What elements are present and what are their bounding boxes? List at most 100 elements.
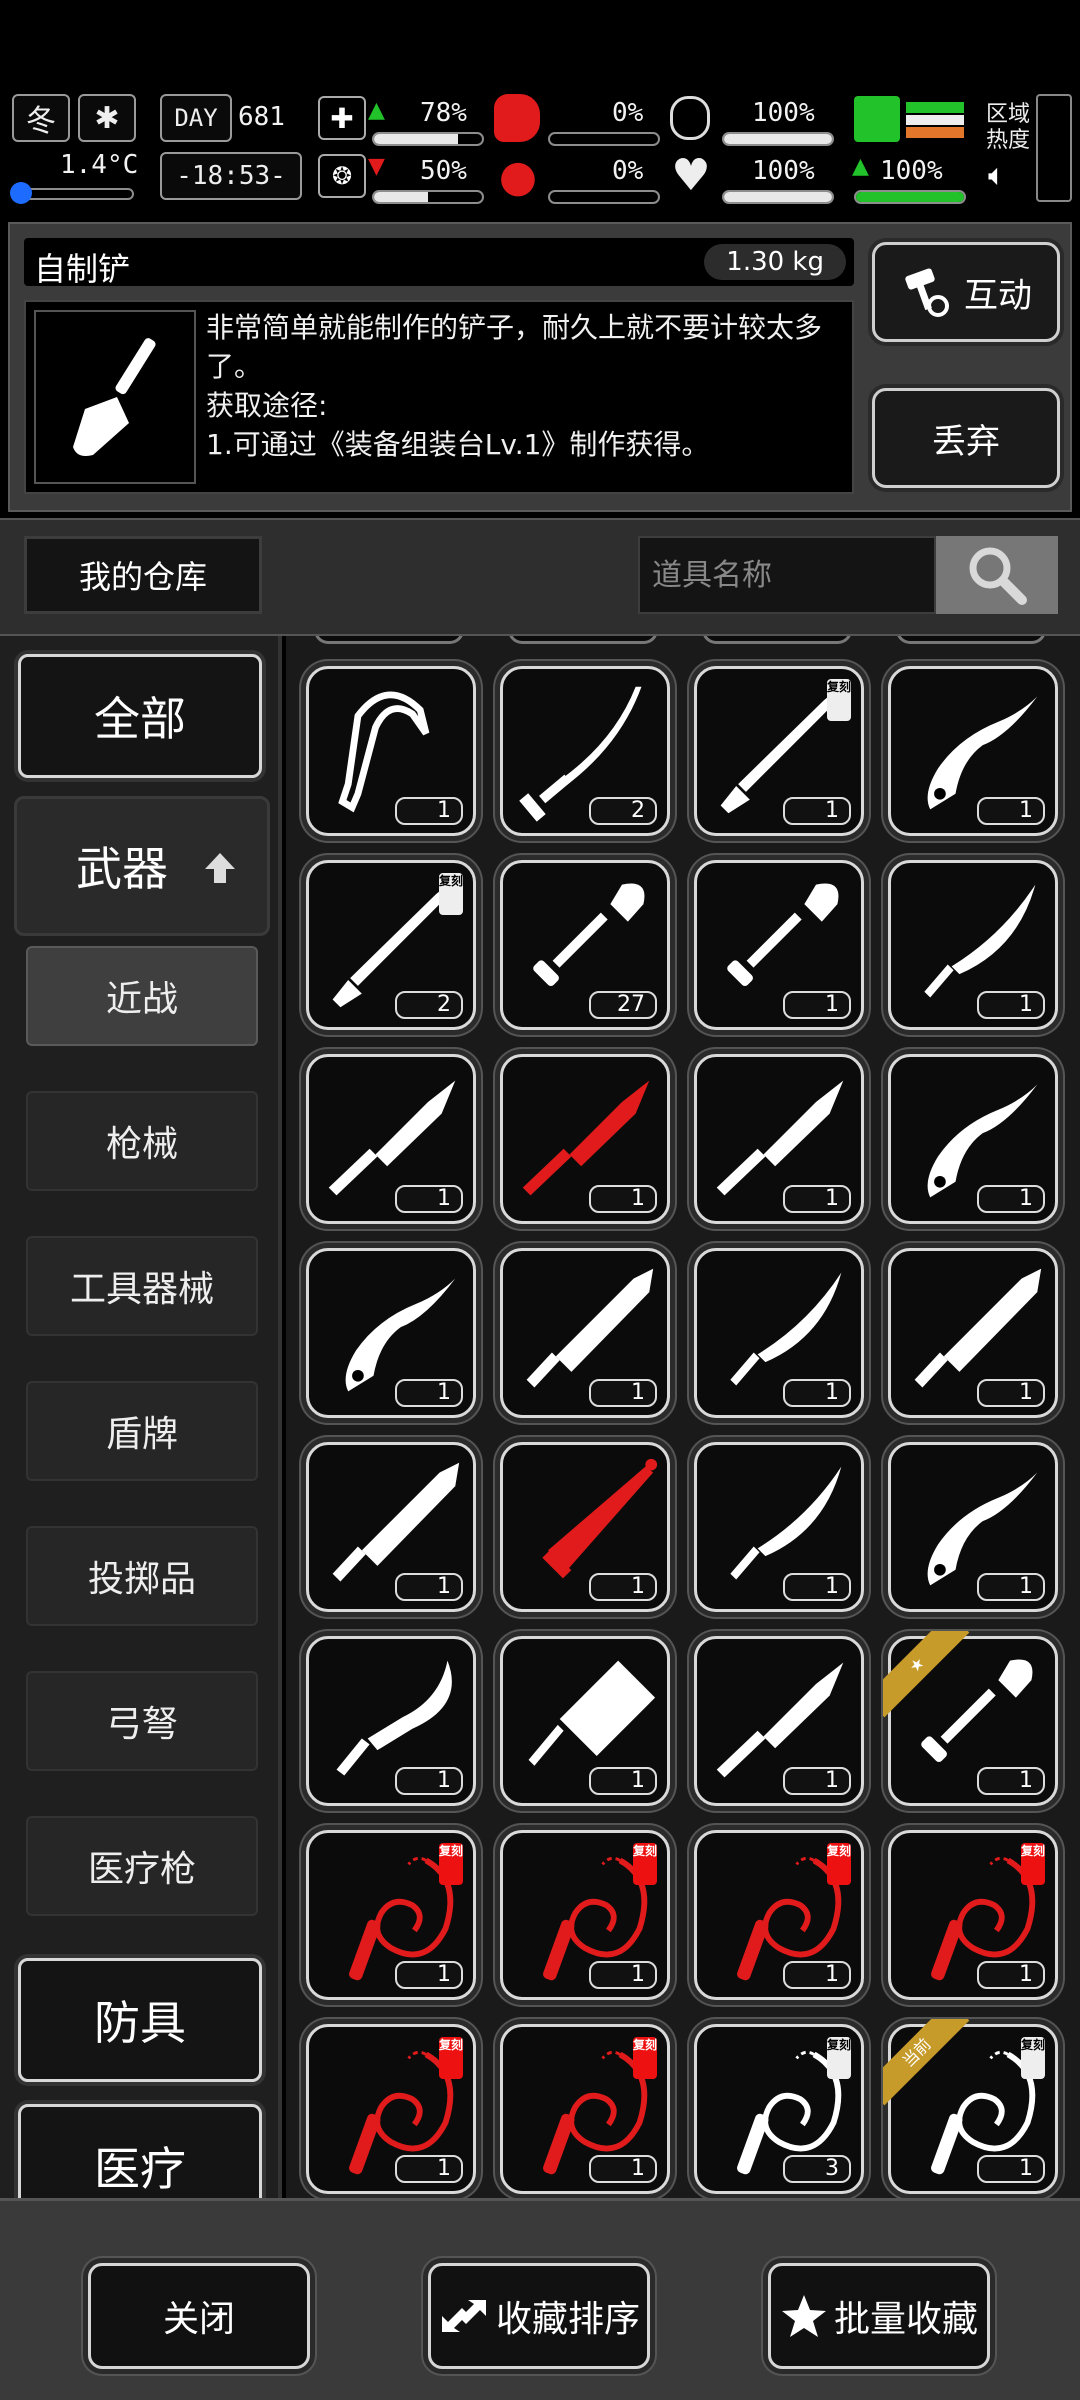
item-body: 非常简单就能制作的铲子，耐久上就不要计较太多了。 获取途径: 1.可通过《装备组…: [24, 300, 854, 494]
stamina-capsule-icon: [670, 96, 710, 140]
zone-heat-meter: [1036, 94, 1072, 202]
stomach-percent: 0%: [612, 98, 644, 128]
item-quantity: 1: [395, 1185, 463, 1213]
star-icon: [781, 2295, 826, 2337]
inventory-slot[interactable]: 复刻 3: [694, 2024, 864, 2194]
inventory-slot[interactable]: ★ 1: [883, 1631, 1058, 1806]
sanity-bar: [372, 190, 484, 204]
category-armor[interactable]: 防具: [18, 1958, 262, 2082]
inventory-slot[interactable]: 1: [694, 1054, 864, 1224]
stomach-icon: [494, 94, 540, 142]
inventory-slot[interactable]: 1: [306, 1442, 476, 1612]
blood-percent: 0%: [612, 156, 644, 186]
category-label: 武器: [76, 842, 168, 896]
subcategory-throwables[interactable]: 投掷品: [26, 1526, 258, 1626]
subcategory-melee[interactable]: 近战: [26, 946, 258, 1046]
health-percent: 78%: [420, 98, 467, 128]
inventory-slot[interactable]: 1: [306, 1054, 476, 1224]
item-quantity: 1: [783, 1379, 851, 1407]
stamina-bar: [722, 132, 834, 146]
inventory-slot[interactable]: 1: [306, 1248, 476, 1418]
item-quantity: 1: [977, 1767, 1045, 1795]
inventory-slot[interactable]: 复刻 1: [306, 2024, 476, 2194]
item-weight: 1.30 kg: [704, 244, 846, 280]
item-quantity: 1: [977, 797, 1045, 825]
inventory-slot[interactable]: 1: [500, 1442, 670, 1612]
inventory-slot[interactable]: 1: [888, 1248, 1058, 1418]
speaker-icon[interactable]: 🔈︎: [988, 158, 1006, 193]
inventory-slot[interactable]: 复刻 1: [500, 1830, 670, 2000]
search-button[interactable]: [936, 536, 1058, 614]
subcategory-bows[interactable]: 弓弩: [26, 1671, 258, 1771]
inventory-slot[interactable]: 复刻 1: [306, 1830, 476, 2000]
subcategory-label: 投掷品: [87, 1559, 196, 1600]
replica-tag-badge: 复刻: [827, 679, 851, 721]
category-sidebar: 全部 武器 近战 枪械 工具器械 盾牌 投掷品 弓弩 医疗枪 防具 医疗: [0, 636, 282, 2198]
category-medical[interactable]: 医疗: [18, 2104, 262, 2198]
inventory-slot[interactable]: 复刻 1: [694, 666, 864, 836]
item-quantity: 2: [589, 797, 657, 825]
item-name: 自制铲: [34, 250, 131, 288]
category-label: 防具: [94, 1996, 186, 2050]
favorite-sort-button[interactable]: 收藏排序: [428, 2263, 650, 2369]
inventory-slot[interactable]: 复刻 2: [306, 860, 476, 1030]
warehouse-tab[interactable]: 我的仓库: [24, 536, 262, 614]
inventory-slot[interactable]: 1: [694, 1248, 864, 1418]
inventory-slot[interactable]: 1: [888, 666, 1058, 836]
inventory-slot[interactable]: 1: [694, 860, 864, 1030]
star-icon: ★: [883, 1631, 970, 1718]
subcategory-firearms[interactable]: 枪械: [26, 1091, 258, 1191]
stamina-percent: 100%: [752, 98, 815, 128]
category-label: 医疗: [94, 2142, 186, 2196]
inventory-slot[interactable]: 1: [500, 1054, 670, 1224]
search-input[interactable]: [638, 536, 936, 614]
heart-icon: ♥: [671, 149, 711, 201]
inventory-slot[interactable]: 1: [694, 1442, 864, 1612]
warehouse-label: 我的仓库: [78, 558, 207, 596]
item-quantity: 1: [589, 1379, 657, 1407]
favorite-sort-label: 收藏排序: [495, 2299, 640, 2340]
inventory-slot[interactable]: 1: [694, 1636, 864, 1806]
interact-button[interactable]: 互动: [872, 242, 1060, 342]
subcategory-label: 枪械: [105, 1124, 178, 1165]
inventory-slot[interactable]: 1: [306, 1636, 476, 1806]
inventory-slot[interactable]: 复刻 1: [500, 2024, 670, 2194]
blood-drop-icon: ●: [498, 150, 538, 202]
heart-percent: 100%: [752, 156, 815, 186]
batch-favorite-button[interactable]: 批量收藏: [768, 2263, 990, 2369]
status-bar: 冬 ✱ 1.4°C DAY 681 -18:53- ✚ ▲ 78% ❂ ▼ 50…: [0, 88, 1080, 213]
inventory-grid: 1 2 复刻 1 1 复刻 2 27 1 1 1 1 1 1 1 1 1 1 1 1 1 1 1 1 1 ★ 1 复刻 1 复刻 1 复刻 1 复…: [286, 636, 1080, 2198]
inventory-slot[interactable]: 1: [888, 1442, 1058, 1612]
inventory-slot[interactable]: 1: [888, 860, 1058, 1030]
category-label: 全部: [94, 692, 186, 746]
item-quantity: 1: [395, 797, 463, 825]
replica-tag-badge: 复刻: [439, 873, 463, 915]
inventory-slot[interactable]: 复刻 当前 1: [883, 2019, 1058, 2194]
inventory-slot[interactable]: 2: [500, 666, 670, 836]
close-button[interactable]: 关闭: [88, 2263, 310, 2369]
inventory-slot[interactable]: 1: [306, 666, 476, 836]
subcategory-tools[interactable]: 工具器械: [26, 1236, 258, 1336]
item-quantity: 1: [783, 1767, 851, 1795]
inventory-slot[interactable]: 1: [500, 1636, 670, 1806]
item-quantity: 1: [395, 1379, 463, 1407]
inventory-slot[interactable]: 27: [500, 860, 670, 1030]
clock-time: -18:53-: [176, 161, 286, 191]
item-quantity: 1: [589, 1767, 657, 1795]
season-label: 冬: [26, 104, 56, 139]
item-name-bar: 自制铲 1.30 kg: [24, 238, 854, 288]
speed-up-arrow-icon: ▲: [852, 154, 869, 179]
subcategory-medic-gun[interactable]: 医疗枪: [26, 1816, 258, 1916]
inventory-slot[interactable]: 1: [888, 1054, 1058, 1224]
replica-tag-badge: 复刻: [1021, 2037, 1045, 2079]
inventory-slot[interactable]: 1: [500, 1248, 670, 1418]
discard-button[interactable]: 丢弃: [872, 388, 1060, 488]
inventory-slot[interactable]: 复刻 1: [888, 1830, 1058, 2000]
category-weapons[interactable]: 武器: [14, 796, 270, 936]
inventory-slot[interactable]: 复刻 1: [694, 1830, 864, 2000]
current-ribbon-label: 当前: [883, 2019, 970, 2106]
item-quantity: 1: [589, 1573, 657, 1601]
category-all[interactable]: 全部: [18, 654, 262, 778]
replica-tag-badge: 复刻: [439, 1843, 463, 1885]
subcategory-shields[interactable]: 盾牌: [26, 1381, 258, 1481]
